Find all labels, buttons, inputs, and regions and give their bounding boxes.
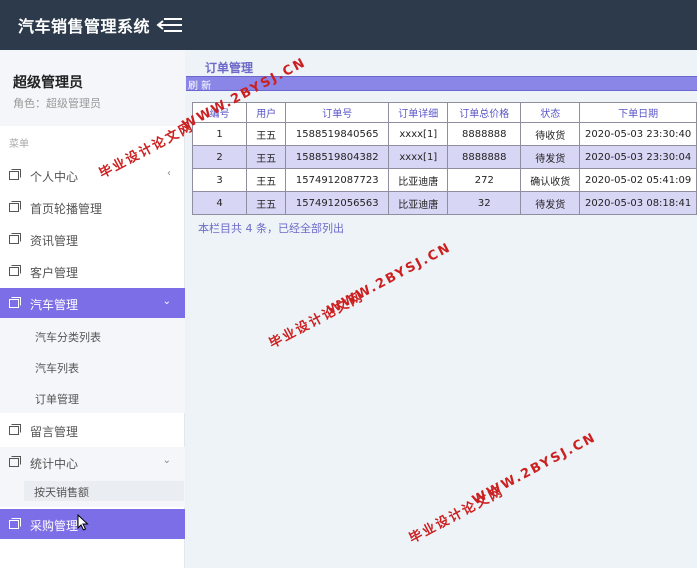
window-icon: [9, 265, 21, 276]
column-header: 下单日期: [579, 102, 697, 123]
cell-order-no: 1574912087723: [285, 168, 390, 192]
sidebar-item-carousel[interactable]: 首页轮播管理: [0, 192, 185, 222]
column-header: 订单总价格: [447, 102, 522, 123]
sidebar-item-statistics[interactable]: 统计中心 ⌄: [0, 447, 185, 477]
cell-id: 2: [191, 145, 248, 169]
cell-detail-link[interactable]: 比亚迪唐: [388, 168, 449, 192]
column-header: 订单号: [285, 102, 390, 123]
cell-status: 待发货: [520, 145, 581, 169]
column-header: 状态: [520, 102, 581, 123]
sidebar-item-news[interactable]: 资讯管理: [0, 224, 185, 254]
cell-detail-link[interactable]: xxxx[1]: [388, 145, 449, 169]
sidebar-item-purchasing[interactable]: 采购管理: [0, 509, 185, 539]
sidebar-item-messages[interactable]: 留言管理: [0, 415, 185, 445]
menu-caption: 菜单: [9, 139, 29, 150]
submenu-item-car-categories[interactable]: 汽车分类列表: [35, 329, 101, 345]
sidebar-item-label: 采购管理: [30, 519, 79, 533]
sidebar-item-label: 首页轮播管理: [30, 202, 103, 216]
refresh-button[interactable]: 刷 新: [188, 77, 211, 92]
cell-user: 王五: [246, 145, 287, 169]
user-role: 角色：超级管理员: [13, 97, 101, 110]
main-content: 订单管理 刷 新 编号 用户 订单号 订单详细 订单总价格 状态 下单日期 1 …: [186, 50, 697, 568]
table-header-row: 编号 用户 订单号 订单详细 订单总价格 状态 下单日期: [191, 102, 697, 123]
window-icon: [9, 201, 21, 212]
cell-detail-link[interactable]: 比亚迪唐: [388, 191, 449, 215]
sidebar-item-personal-center[interactable]: 个人中心 ‹: [0, 160, 185, 190]
cell-total: 272: [447, 168, 522, 192]
cell-id: 3: [191, 168, 248, 192]
sidebar-item-label: 留言管理: [30, 425, 79, 439]
chevron-down-icon: ⌄: [162, 296, 171, 307]
sidebar-item-label: 汽车管理: [30, 298, 79, 312]
window-icon: [9, 424, 21, 435]
menu-toggle-icon[interactable]: [156, 15, 186, 35]
column-header: 订单详细: [388, 102, 449, 123]
cell-status: 确认收货: [520, 168, 581, 192]
cell-order-no: 1588519840565: [285, 122, 390, 146]
submenu-item-car-list[interactable]: 汽车列表: [35, 360, 79, 376]
mouse-cursor-icon: [77, 513, 89, 531]
table-row[interactable]: 2 王五 1588519804382 xxxx[1] 8888888 待发货 2…: [191, 145, 697, 169]
tab-orders[interactable]: 订单管理: [205, 59, 253, 76]
cell-total: 8888888: [447, 145, 522, 169]
cell-total: 8888888: [447, 122, 522, 146]
car-submenu: 汽车分类列表 汽车列表 订单管理: [0, 318, 185, 413]
orders-table: 编号 用户 订单号 订单详细 订单总价格 状态 下单日期 1 王五 158851…: [191, 102, 697, 215]
window-icon: [9, 518, 21, 529]
submenu-item-daily-sales[interactable]: 按天销售额: [24, 481, 184, 501]
cell-date: 2020-05-02 05:41:09: [579, 168, 697, 192]
cell-id: 4: [191, 191, 248, 215]
submenu-item-label: 按天销售额: [34, 486, 89, 499]
window-icon: [9, 297, 21, 308]
sidebar-item-cars[interactable]: 汽车管理 ⌄: [0, 288, 185, 318]
sidebar-item-label: 资讯管理: [30, 234, 79, 248]
top-bar: 汽车销售管理系统: [0, 0, 697, 50]
sidebar-item-label: 个人中心: [30, 170, 79, 184]
cell-detail-link[interactable]: xxxx[1]: [388, 122, 449, 146]
cell-date: 2020-05-03 23:30:40: [579, 122, 697, 146]
cell-total: 32: [447, 191, 522, 215]
table-row[interactable]: 3 王五 1574912087723 比亚迪唐 272 确认收货 2020-05…: [191, 168, 697, 192]
cell-order-no: 1588519804382: [285, 145, 390, 169]
submenu-item-orders[interactable]: 订单管理: [35, 391, 79, 407]
cell-user: 王五: [246, 168, 287, 192]
cell-user: 王五: [246, 122, 287, 146]
window-icon: [9, 456, 21, 467]
sidebar-item-customers[interactable]: 客户管理: [0, 256, 185, 286]
cell-status: 待发货: [520, 191, 581, 215]
window-icon: [9, 169, 21, 180]
cell-user: 王五: [246, 191, 287, 215]
column-header: 用户: [246, 102, 287, 123]
chevron-down-icon: ⌄: [162, 455, 171, 466]
table-row[interactable]: 4 王五 1574912056563 比亚迪唐 32 待发货 2020-05-0…: [191, 191, 697, 215]
table-row[interactable]: 1 王五 1588519840565 xxxx[1] 8888888 待收货 2…: [191, 122, 697, 146]
sidebar-item-label: 统计中心: [30, 457, 79, 471]
app-title: 汽车销售管理系统: [18, 17, 151, 36]
window-icon: [9, 233, 21, 244]
cell-date: 2020-05-03 08:18:41: [579, 191, 697, 215]
statistics-submenu: 按天销售额: [0, 475, 185, 507]
cell-order-no: 1574912056563: [285, 191, 390, 215]
cell-status: 待收货: [520, 122, 581, 146]
record-count-text: 本栏目共 4 条，已经全部列出: [198, 222, 344, 235]
cell-date: 2020-05-03 23:30:04: [579, 145, 697, 169]
sidebar: 超级管理员 角色：超级管理员 菜单 个人中心 ‹ 首页轮播管理 资讯管理 客户管…: [0, 50, 185, 568]
sidebar-item-label: 客户管理: [30, 266, 79, 280]
user-panel: 超级管理员 角色：超级管理员: [0, 50, 185, 126]
chevron-left-icon: ‹: [167, 168, 171, 179]
user-name: 超级管理员: [13, 75, 83, 91]
